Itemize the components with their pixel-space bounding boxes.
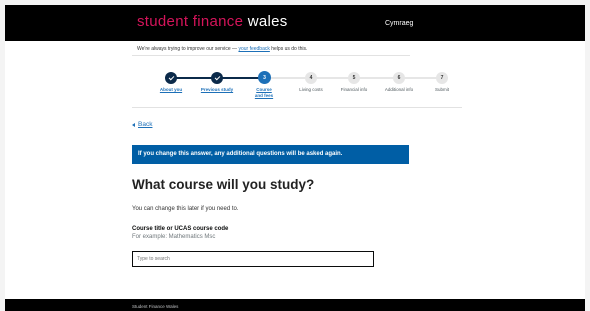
logo-text-primary: student finance <box>137 13 244 30</box>
feedback-banner-prefix: We're always trying to improve our servi… <box>137 46 239 52</box>
course-field-label: Course title or UCAS course code <box>132 226 229 232</box>
feedback-link[interactable]: your feedback <box>238 46 269 52</box>
page-title: What course will you study? <box>132 177 315 192</box>
step-label-living-costs: Living costs <box>299 87 323 92</box>
course-search-input[interactable] <box>132 251 374 267</box>
page: student finance wales Cymraeg We're alwa… <box>5 5 585 311</box>
site-footer: Student Finance Wales <box>5 299 585 311</box>
back-link-label: Back <box>138 121 153 128</box>
banner-divider <box>132 55 410 56</box>
stepper-divider <box>132 107 462 108</box>
footer-text: Student Finance Wales <box>132 304 179 309</box>
course-field-hint: For example: Mathematics Msc <box>132 234 216 240</box>
step-1-complete-icon <box>165 72 177 84</box>
step-link-previous-study[interactable]: Previous study <box>197 87 237 93</box>
change-answer-notice: If you change this answer, any additiona… <box>132 145 409 164</box>
feedback-banner: We're always trying to improve our servi… <box>137 46 307 52</box>
step-label-submit: Submit <box>434 87 449 92</box>
step-5-marker: 5 <box>348 72 360 84</box>
step-link-course-and-fees[interactable]: Course and fees <box>252 87 276 99</box>
step-label-additional-info: Additional info <box>384 87 414 92</box>
language-toggle-link[interactable]: Cymraeg <box>385 20 413 27</box>
step-7-marker: 7 <box>436 72 448 84</box>
site-header: student finance wales Cymraeg <box>5 5 585 41</box>
feedback-banner-suffix: helps us do this. <box>269 46 308 52</box>
step-link-about-you[interactable]: About you <box>151 87 191 93</box>
step-6-marker: 6 <box>393 72 405 84</box>
step-2-complete-icon <box>211 72 223 84</box>
back-arrow-icon <box>132 122 135 127</box>
logo-text-secondary: wales <box>247 13 288 30</box>
step-4-marker: 4 <box>305 72 317 84</box>
site-logo[interactable]: student finance wales <box>137 13 288 30</box>
step-label-financial-info: Financial info <box>340 87 368 92</box>
step-3-current-marker: 3 <box>258 71 271 84</box>
page-hint: You can change this later if you need to… <box>132 206 239 212</box>
back-link[interactable]: Back <box>132 121 152 128</box>
